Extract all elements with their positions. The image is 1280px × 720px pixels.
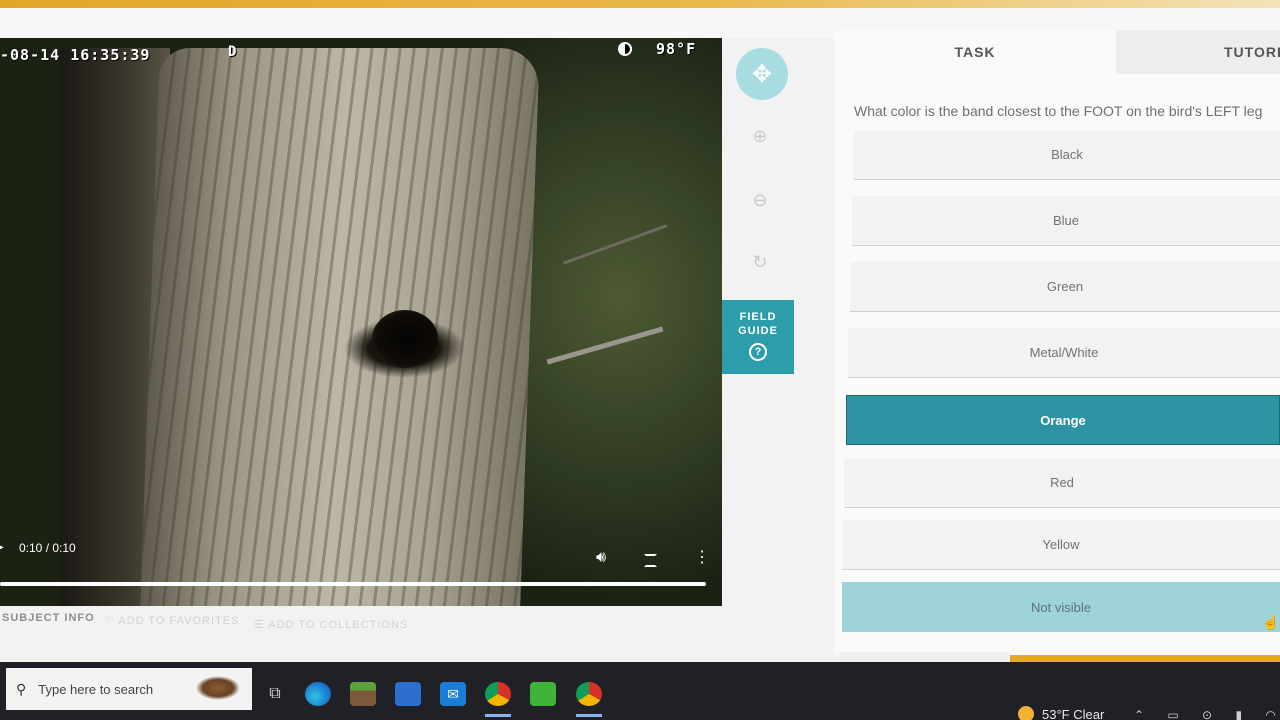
- add-to-collections-button[interactable]: ☰ ADD TO COLLECTIONS: [254, 618, 408, 631]
- task-view-icon[interactable]: ⧉: [262, 682, 288, 706]
- more-options-icon[interactable]: ⋮: [694, 550, 710, 566]
- answer-option-not-visible[interactable]: Not visible: [842, 582, 1280, 632]
- move-icon[interactable]: ✥: [736, 48, 788, 100]
- tab-task[interactable]: TASK: [834, 30, 1116, 74]
- task-panel: TASK TUTORI What color is the band close…: [834, 30, 1280, 655]
- camera-temperature: 98°F: [656, 40, 697, 58]
- task-question: What color is the band closest to the FO…: [854, 103, 1263, 119]
- help-icon: ?: [749, 343, 767, 361]
- video-frame: [140, 48, 540, 606]
- video-frame: [372, 310, 438, 368]
- field-guide-label: GUIDE: [738, 325, 778, 337]
- windows-taskbar: ⚲ Type here to search ⧉ ✉ 53°F Clear ⌃ ▭…: [0, 662, 1280, 720]
- store-icon[interactable]: [395, 682, 421, 706]
- answer-option-yellow[interactable]: Yellow: [842, 520, 1280, 570]
- answer-label: Not visible: [1031, 599, 1091, 615]
- answer-label: Yellow: [1042, 537, 1080, 552]
- edge-browser-icon[interactable]: [305, 682, 331, 706]
- active-app-indicator: [576, 714, 602, 717]
- video-time: 0:10 / 0:10: [19, 541, 76, 555]
- add-to-favorites-button[interactable]: ♡ ADD TO FAVORITES: [104, 614, 239, 627]
- rotate-icon[interactable]: ↻: [748, 250, 772, 274]
- camera-video-player[interactable]: -08-14 16:35:39 D 98°F ▶ 0:10 / 0:10 🔊︎ …: [0, 38, 722, 606]
- minecraft-icon[interactable]: [350, 682, 376, 706]
- weather-moon-icon: [1018, 706, 1034, 720]
- chrome-icon[interactable]: [576, 682, 602, 706]
- answer-option-blue[interactable]: Blue: [852, 196, 1280, 246]
- active-app-indicator: [485, 714, 511, 717]
- answer-option-orange[interactable]: Orange: [846, 395, 1280, 445]
- answer-label: Green: [1046, 279, 1084, 294]
- search-icon: ⚲: [16, 680, 27, 697]
- top-accent-strip: [0, 0, 1280, 8]
- answer-label: Blue: [1052, 213, 1080, 228]
- answer-label: Orange: [1040, 412, 1086, 428]
- image-tools: ✥ ⊕ ⊖ ↻ FIELD GUIDE ?: [722, 38, 802, 598]
- system-tray[interactable]: ⌃ ▭ ⊙ ▮ ◠ ◢: [1134, 708, 1280, 720]
- field-guide-button[interactable]: FIELD GUIDE ?: [722, 300, 794, 374]
- video-progress-bar[interactable]: [0, 582, 706, 586]
- answer-label: Metal/White: [1029, 345, 1099, 360]
- zoom-out-icon[interactable]: ⊖: [748, 188, 772, 212]
- bear-search-highlight-icon[interactable]: [190, 670, 246, 700]
- fullscreen-icon[interactable]: [644, 554, 657, 567]
- answer-label: Black: [1051, 147, 1083, 162]
- mail-icon[interactable]: ✉: [440, 682, 466, 706]
- answer-option-metal-white[interactable]: Metal/White: [848, 328, 1280, 378]
- field-guide-label: FIELD: [739, 311, 777, 323]
- volume-icon[interactable]: 🔊︎: [596, 550, 606, 566]
- moon-phase-icon: [618, 42, 632, 56]
- weather-text: 53°F Clear: [1042, 707, 1105, 720]
- minecraft-launcher-icon[interactable]: [530, 682, 556, 706]
- answer-label: Red: [1050, 475, 1074, 490]
- video-progress-fill: [0, 582, 706, 586]
- camera-timestamp: -08-14 16:35:39: [0, 46, 151, 64]
- play-icon[interactable]: ▶: [0, 542, 4, 553]
- subject-actions-bar: SUBJECT INFO ♡ ADD TO FAVORITES ☰ ADD TO…: [0, 606, 722, 640]
- answer-option-black[interactable]: Black: [854, 130, 1280, 180]
- answer-option-red[interactable]: Red: [844, 458, 1280, 508]
- chrome-icon[interactable]: [485, 682, 511, 706]
- mouse-cursor-icon: ☝: [1262, 614, 1280, 630]
- zoom-in-icon[interactable]: ⊕: [748, 124, 772, 148]
- answer-option-green[interactable]: Green: [850, 262, 1280, 312]
- weather-widget[interactable]: 53°F Clear: [1018, 706, 1104, 720]
- subject-info-button[interactable]: SUBJECT INFO: [2, 612, 95, 624]
- search-placeholder: Type here to search: [38, 681, 154, 697]
- camera-day-flag: D: [228, 44, 238, 60]
- tab-tutorial[interactable]: TUTORI: [1116, 30, 1280, 74]
